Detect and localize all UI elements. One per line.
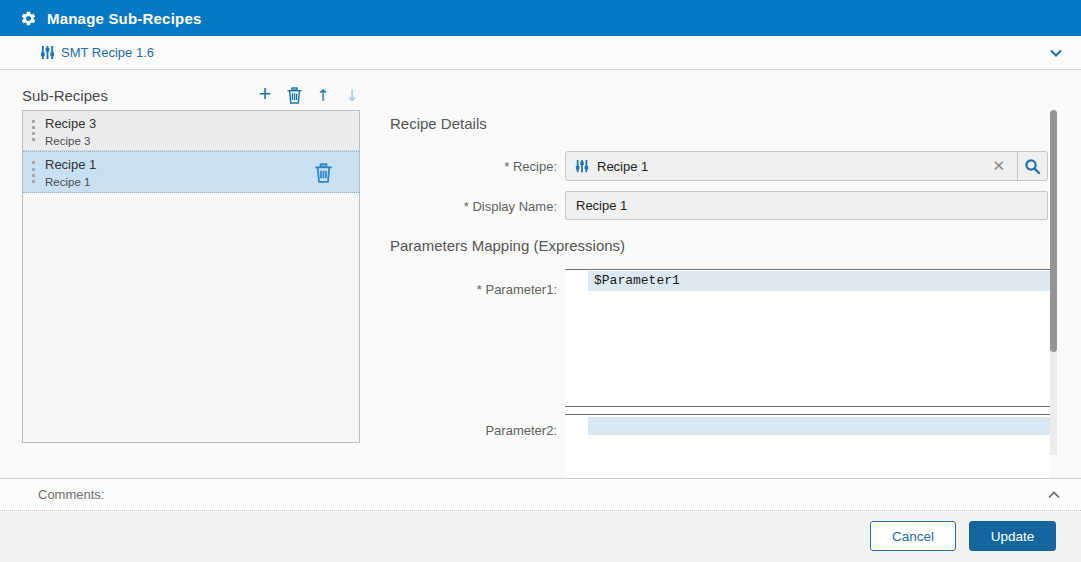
move-up-button[interactable]: ↑ [315,86,331,104]
sub-recipes-toolbar: + ↑ ↓ [257,86,360,104]
dialog-footer: Cancel Update [0,512,1081,562]
parameter2-expression-editor[interactable] [588,417,1050,435]
sub-recipes-header: Sub-Recipes + ↑ ↓ [22,86,360,104]
add-sub-recipe-button[interactable]: + [257,85,273,103]
scrollbar-thumb[interactable] [1050,110,1057,352]
item-display-name: Recipe 3 [45,133,359,149]
item-name: Recipe 1 [45,156,359,174]
parameter1-expression: $Parameter1 [594,273,680,288]
parameter2-label: Parameter2: [390,423,557,438]
comments-section[interactable]: Comments: [0,478,1081,511]
sub-recipes-list: Recipe 3 Recipe 3 Recipe 1 Recipe 1 [22,110,360,443]
update-button[interactable]: Update [969,521,1056,551]
clear-recipe-icon[interactable]: ✕ [980,157,1017,175]
expression-editors: $Parameter1 [565,269,1050,478]
manage-sub-recipes-dialog: Manage Sub-Recipes SMT Recipe 1.6 Sub-Re… [0,0,1081,562]
recipe-header-row[interactable]: SMT Recipe 1.6 [0,36,1081,70]
chevron-down-icon[interactable] [1047,44,1065,62]
editor-border [565,269,1050,270]
chevron-up-icon[interactable] [1045,486,1063,504]
move-down-button[interactable]: ↓ [344,86,360,104]
delete-item-icon[interactable] [314,163,333,183]
editor-border [565,414,1050,415]
list-item-recipe-3[interactable]: Recipe 3 Recipe 3 [23,111,359,151]
dialog-content: Sub-Recipes + ↑ ↓ Recipe 3 Recipe 3 Reci… [0,70,1081,478]
recipe-value: Recipe 1 [597,159,648,174]
drag-handle-icon[interactable] [32,120,35,141]
parameter1-expression-editor[interactable]: $Parameter1 [588,271,1050,291]
drag-handle-icon[interactable] [32,161,35,183]
cancel-button[interactable]: Cancel [870,521,956,551]
parameters-heading: Parameters Mapping (Expressions) [390,237,625,254]
editor-border [565,406,1050,407]
recipe-label: * Recipe: [390,159,557,174]
sub-recipes-title: Sub-Recipes [22,87,108,104]
sliders-icon [40,45,55,60]
dialog-title: Manage Sub-Recipes [47,10,201,27]
display-name-value: Recipe 1 [576,198,627,213]
parent-recipe-name: SMT Recipe 1.6 [61,45,154,60]
dialog-titlebar: Manage Sub-Recipes [0,0,1081,36]
display-name-label: * Display Name: [390,199,557,214]
scrollbar-track[interactable] [1050,352,1057,455]
recipe-combobox[interactable]: Recipe 1 ✕ [565,151,1048,181]
recipe-details-heading: Recipe Details [390,115,487,132]
display-name-input[interactable]: Recipe 1 [565,191,1048,220]
list-item-recipe-1[interactable]: Recipe 1 Recipe 1 [23,151,359,193]
sliders-icon [575,159,589,173]
item-display-name: Recipe 1 [45,174,359,190]
item-name: Recipe 3 [45,115,359,133]
comments-label: Comments: [38,487,104,502]
delete-sub-recipe-button[interactable] [286,86,302,104]
gear-icon [20,10,37,27]
search-recipe-button[interactable] [1018,152,1047,180]
parameter1-label: * Parameter1: [390,282,557,297]
